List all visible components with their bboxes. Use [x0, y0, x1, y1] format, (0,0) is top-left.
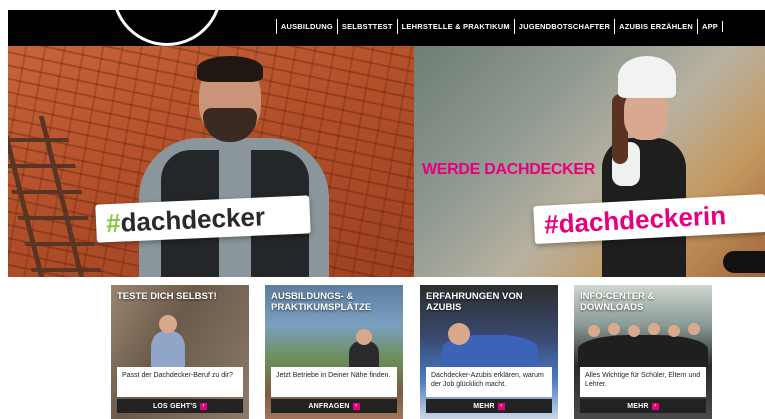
card-text: Passt der Dachdecker-Beruf zu dir?	[117, 367, 243, 397]
card-button[interactable]: MEHR ›	[580, 399, 706, 413]
card-selbsttest[interactable]: TESTE DICH SELBST! Passt der Dachdecker-…	[111, 285, 249, 419]
logo[interactable]	[112, 10, 222, 46]
card-title: AUSBILDUNGS- & PRAKTIKUMSPLÄTZE	[271, 291, 372, 313]
card-button-label: MEHR	[627, 402, 649, 410]
card-button-label: MEHR	[473, 402, 495, 410]
site-header: AUSBILDUNG SELBSTTEST LEHRSTELLE & PRAKT…	[8, 10, 765, 46]
hero-banner[interactable]: #dachdecker WERDE DACHDECKER #dachdecker…	[8, 46, 765, 277]
card-erfahrungen-azubis[interactable]: ERFAHRUNGEN VON AZUBIS Dachdecker-Azubis…	[420, 285, 558, 419]
nav-selbsttest[interactable]: SELBSTTEST	[336, 19, 397, 34]
figure-head	[628, 325, 640, 337]
hashtag-word: dachdeckerin	[557, 200, 727, 239]
helmet-graphic	[618, 56, 676, 98]
nav-ausbildung[interactable]: AUSBILDUNG	[275, 19, 337, 34]
card-button[interactable]: LOS GEHT'S ›	[117, 399, 243, 413]
card-button-label: LOS GEHT'S	[152, 402, 198, 410]
main-navigation: AUSBILDUNG SELBSTTEST LEHRSTELLE & PRAKT…	[275, 19, 723, 34]
card-button-label: ANFRAGEN	[308, 402, 350, 410]
figure-head	[356, 329, 372, 345]
teaser-cards: TESTE DICH SELBST! Passt der Dachdecker-…	[111, 285, 713, 419]
arrow-right-icon: ›	[651, 402, 659, 410]
card-ausbildungsplaetze[interactable]: AUSBILDUNGS- & PRAKTIKUMSPLÄTZE Jetzt Be…	[265, 285, 403, 419]
card-text: Dachdecker-Azubis erklären, warum der Jo…	[426, 367, 552, 397]
card-button[interactable]: ANFRAGEN ›	[271, 399, 397, 413]
ladder-graphic	[8, 116, 106, 277]
nav-app[interactable]: APP	[696, 19, 722, 34]
nav-jugendbotschafter[interactable]: JUGENDBOTSCHAFTER	[513, 19, 614, 34]
hero-image-roofer-man: #dachdecker	[8, 46, 414, 277]
group-figures	[578, 335, 708, 371]
figure-head	[159, 315, 177, 333]
nav-lehrstelle-praktikum[interactable]: LEHRSTELLE & PRAKTIKUM	[396, 19, 514, 34]
card-text: Jetzt Betriebe in Deiner Nähe finden.	[271, 367, 397, 397]
hashtag-word: dachdecker	[119, 201, 266, 238]
arrow-right-icon: ›	[352, 402, 360, 410]
figure-head	[448, 323, 470, 345]
card-info-center[interactable]: INFO-CENTER & DOWNLOADS Alles Wichtige f…	[574, 285, 712, 419]
figure-head	[608, 323, 620, 335]
figure-head	[588, 325, 600, 337]
card-title: TESTE DICH SELBST!	[117, 291, 217, 302]
card-title: ERFAHRUNGEN VON AZUBIS	[426, 291, 523, 313]
roofer-man-figure	[133, 54, 333, 277]
arrow-right-icon: ›	[200, 402, 208, 410]
figure-hair	[197, 56, 263, 82]
figure-head	[688, 323, 700, 335]
hero-headline: WERDE DACHDECKER	[422, 161, 595, 178]
hashtag-dachdeckerin: #dachdeckerin	[533, 193, 765, 245]
figure-body	[151, 331, 185, 371]
hero-image-roofer-woman: WERDE DACHDECKER #dachdeckerin	[414, 46, 765, 277]
card-text: Alles Wichtige für Schüler, Eltern und L…	[580, 367, 706, 397]
nav-divider	[722, 21, 723, 32]
arrow-right-icon: ›	[497, 402, 505, 410]
card-button[interactable]: MEHR ›	[426, 399, 552, 413]
slider-control[interactable]	[723, 251, 765, 273]
figure-head	[668, 325, 680, 337]
card-title: INFO-CENTER & DOWNLOADS	[580, 291, 655, 313]
figure-beard	[203, 108, 257, 142]
figure-head	[648, 323, 660, 335]
nav-azubis-erzaehlen[interactable]: AZUBIS ERZÄHLEN	[614, 19, 697, 34]
